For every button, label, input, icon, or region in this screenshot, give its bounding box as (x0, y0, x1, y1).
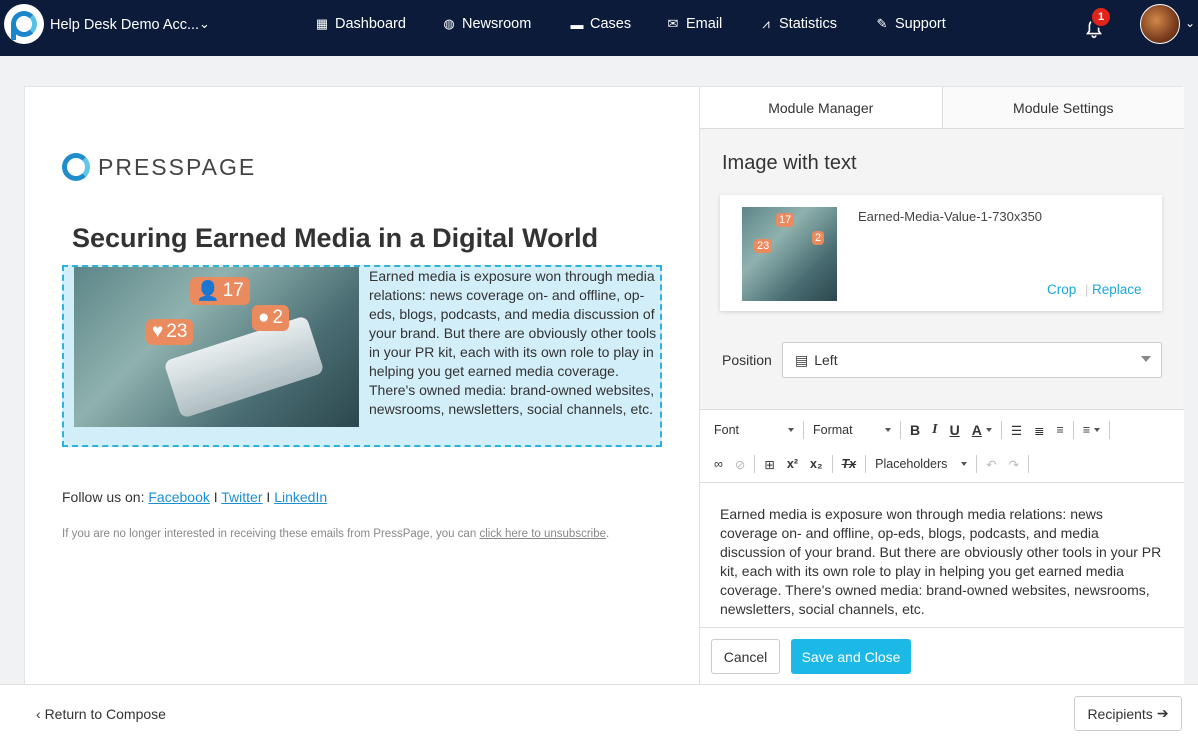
nav-dashboard[interactable]: ▦ Dashboard (315, 16, 406, 32)
globe-icon: ◍ (443, 16, 455, 31)
top-navbar: Help Desk Demo Acc... ⌄ ▦ Dashboard ◍ Ne… (0, 0, 1198, 56)
position-select[interactable]: ▤ Left (782, 342, 1162, 378)
superscript-button[interactable]: x² (781, 452, 804, 476)
dashboard-icon: ▦ (315, 16, 329, 31)
underline-button[interactable]: U (944, 418, 966, 442)
save-and-close-button[interactable]: Save and Close (791, 639, 911, 674)
notification-badge[interactable]: 1 (1090, 6, 1112, 28)
nav-support-label: Support (895, 16, 946, 32)
module-image[interactable]: 👤 17 ♥ 23 ● 2 (74, 267, 359, 427)
email-preview: PRESSPAGE Securing Earned Media in a Dig… (25, 87, 699, 685)
avatar[interactable] (1140, 4, 1180, 44)
linkedin-link[interactable]: LinkedIn (274, 489, 327, 505)
facebook-link[interactable]: Facebook (148, 489, 209, 505)
email-headline[interactable]: Securing Earned Media in a Digital World (72, 223, 598, 254)
table-icon[interactable]: ⊞ (758, 452, 780, 476)
comment-icon: ● (258, 307, 270, 328)
unlink-icon[interactable]: ⊘ (729, 452, 751, 476)
crop-link[interactable]: Crop (1047, 282, 1076, 297)
email-editor: PRESSPAGE Securing Earned Media in a Dig… (24, 86, 1184, 685)
brand-name: PRESSPAGE (98, 153, 257, 180)
settings-panel: Module Manager Module Settings Image wit… (699, 87, 1184, 685)
nav-support[interactable]: ✎ Support (875, 16, 946, 32)
blockquote-icon[interactable]: ≡ (1051, 418, 1070, 442)
chevron-down-icon[interactable]: ⌄ (1185, 16, 1195, 30)
user-count-bubble: 👤 17 (190, 277, 250, 305)
replace-link[interactable]: Replace (1092, 282, 1142, 297)
unsubscribe-line: If you are no longer interested in recei… (62, 528, 610, 540)
user-icon: 👤 (196, 281, 220, 302)
twitter-link[interactable]: Twitter (221, 489, 262, 505)
format-dropdown[interactable]: Format (807, 418, 897, 442)
nav-cases[interactable]: ▬ Cases (570, 16, 632, 32)
nav-statistics[interactable]: ⩘ Statistics (759, 16, 837, 32)
unsubscribe-link[interactable]: click here to unsubscribe (479, 528, 606, 540)
undo-icon[interactable]: ↶ (980, 452, 1002, 476)
image-text-module[interactable]: 👤 17 ♥ 23 ● 2 Earned media is exposure won … (62, 265, 662, 447)
align-left-icon: ▤ (795, 351, 809, 368)
account-name[interactable]: Help Desk Demo Acc... (50, 17, 199, 33)
image-thumbnail: 17 23 2 (742, 207, 837, 301)
position-value: Left (814, 352, 838, 368)
nav-email[interactable]: ✉ Email (666, 16, 723, 32)
nav-email-label: Email (686, 16, 723, 32)
bulleted-list-icon[interactable]: ☰ (1005, 418, 1028, 442)
chart-icon: ⩘ (762, 16, 770, 31)
panel-title: Image with text (722, 152, 857, 174)
link-icon[interactable]: ∞ (708, 452, 729, 476)
chevron-left-icon: ‹ (36, 706, 41, 722)
text-color-button[interactable]: A (966, 418, 998, 442)
cancel-button[interactable]: Cancel (711, 639, 780, 674)
caret-down-icon (1141, 356, 1151, 362)
redo-icon[interactable]: ↷ (1003, 452, 1025, 476)
presspage-mark-icon (62, 153, 90, 181)
nav-newsroom-label: Newsroom (462, 16, 532, 32)
like-count-bubble: ♥ 23 (146, 319, 194, 345)
position-label: Position (722, 352, 772, 368)
rich-text-area[interactable]: Earned media is exposure won through med… (700, 483, 1184, 627)
font-dropdown[interactable]: Font (708, 418, 800, 442)
arrow-right-icon: ➔ (1156, 705, 1169, 721)
align-dropdown-icon[interactable]: ≡ (1077, 418, 1106, 442)
heart-icon: ♥ (152, 321, 164, 342)
envelope-icon: ✉ (667, 16, 679, 31)
italic-button[interactable]: I (926, 418, 943, 442)
tab-module-settings[interactable]: Module Settings (942, 87, 1184, 129)
nav-cases-label: Cases (590, 16, 632, 32)
chevron-down-icon[interactable]: ⌄ (199, 16, 210, 32)
bold-button[interactable]: B (904, 418, 926, 442)
nav-dashboard-label: Dashboard (335, 16, 406, 32)
presspage-brand: PRESSPAGE (62, 153, 256, 181)
nav-statistics-label: Statistics (779, 16, 838, 32)
clear-format-button[interactable]: Tx (836, 452, 863, 476)
follow-line: Follow us on: Facebook I Twitter I Linke… (62, 489, 328, 505)
numbered-list-icon[interactable]: ≣ (1028, 418, 1050, 442)
subscript-button[interactable]: x₂ (804, 452, 829, 476)
image-filename: Earned-Media-Value-1-730x350 (858, 209, 1043, 224)
panel-actions: Cancel Save and Close (700, 627, 1184, 685)
recipients-button[interactable]: Recipients ➔ (1074, 696, 1182, 731)
nav-newsroom[interactable]: ◍ Newsroom (442, 16, 531, 32)
return-to-compose-link[interactable]: ‹ Return to Compose (36, 706, 166, 722)
footer-bar: ‹ Return to Compose Recipients ➔ (0, 684, 1198, 738)
placeholders-dropdown[interactable]: Placeholders (869, 452, 973, 476)
image-card: 17 23 2 Earned-Media-Value-1-730x350 Cro… (720, 195, 1162, 311)
tab-module-manager[interactable]: Module Manager (700, 87, 943, 129)
folder-icon: ▬ (570, 16, 584, 32)
ticket-icon: ✎ (876, 16, 888, 31)
module-body-text[interactable]: Earned media is exposure won through med… (369, 267, 657, 419)
presspage-logo-icon[interactable] (4, 4, 44, 44)
comment-count-bubble: ● 2 (252, 305, 290, 331)
rich-text-toolbar: Font Format B I U A ☰ ≣ ≡ ≡ ∞ ⊘ ⊞ x² x₂ … (700, 409, 1184, 483)
panel-tabs: Module Manager Module Settings (700, 87, 1184, 129)
